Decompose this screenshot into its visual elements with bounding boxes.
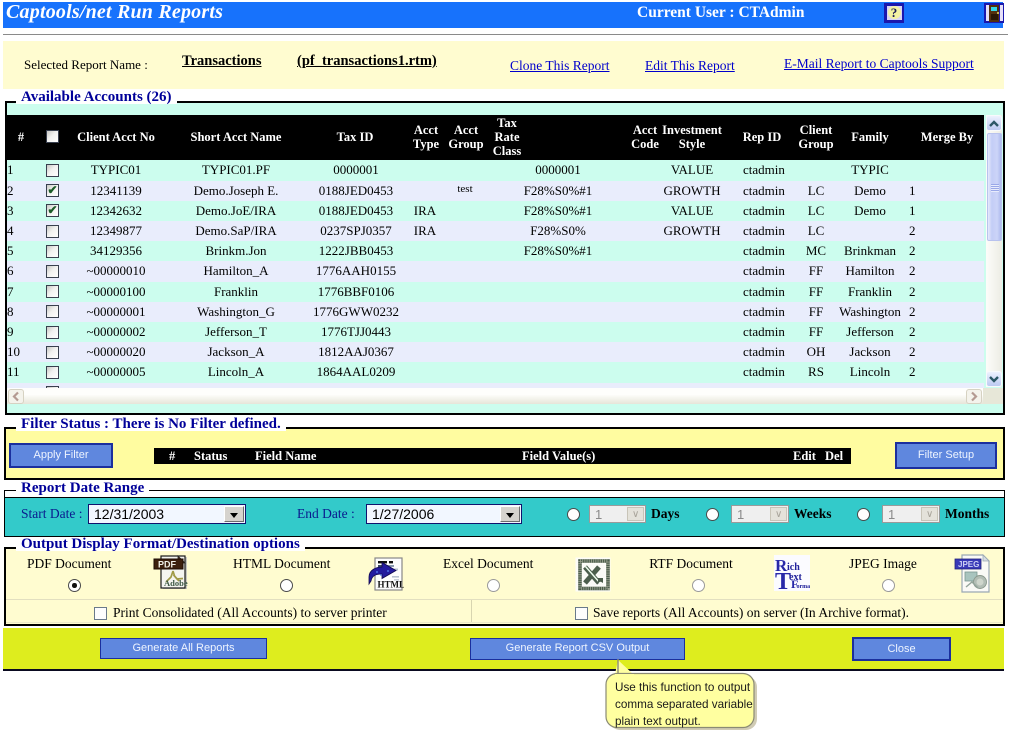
svg-text:ormat: ormat [797, 584, 811, 590]
svg-text:comma separated variable: comma separated variable [615, 698, 753, 711]
svg-text:HTML: HTML [378, 580, 405, 590]
svg-text:JPEG: JPEG [958, 560, 979, 569]
svg-text:PDF: PDF [158, 560, 177, 570]
svg-text:plain text output.: plain text output. [615, 715, 701, 728]
svg-text:Use this function to output: Use this function to output [615, 681, 751, 694]
svg-text:Adobe: Adobe [164, 578, 188, 588]
